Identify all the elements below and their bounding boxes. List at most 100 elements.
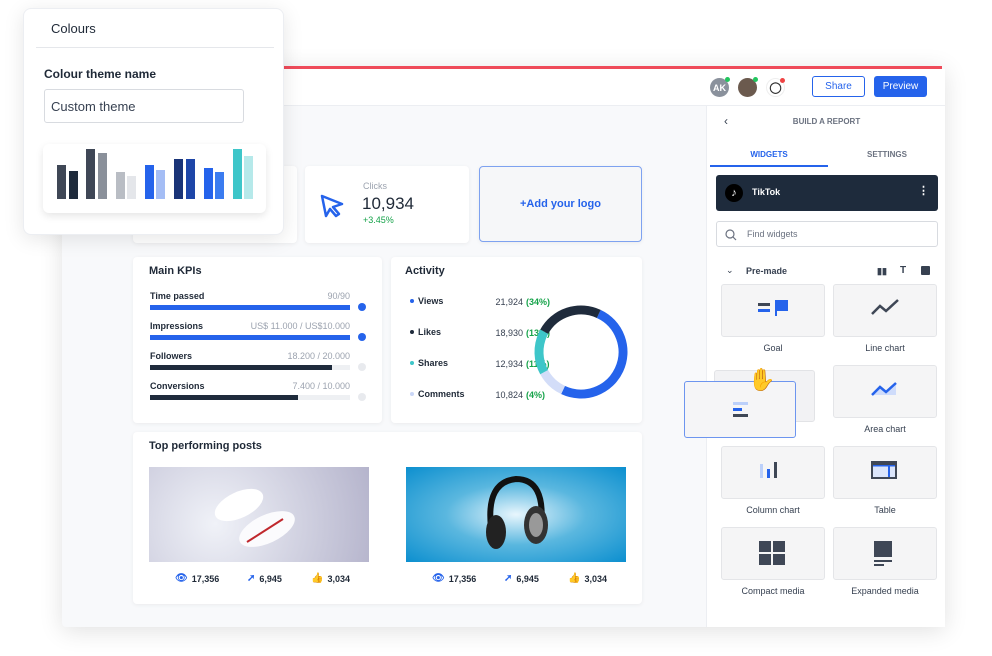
widget-label: Compact media xyxy=(741,586,805,596)
stat-value: 3,034 xyxy=(327,573,350,584)
tab-settings[interactable]: SETTINGS xyxy=(828,150,946,159)
kpi-value: US$ 11.000 / US$10.000 xyxy=(250,321,350,331)
more-options-icon[interactable]: ⋮ xyxy=(918,184,929,197)
palette-bar xyxy=(185,159,195,199)
line-chart-icon xyxy=(871,298,899,315)
panel-title: BUILD A REPORT xyxy=(792,117,861,126)
source-name: TikTok xyxy=(752,187,781,197)
kpi-progress-bar xyxy=(150,335,350,340)
avatar-ak[interactable]: AK xyxy=(710,77,730,97)
stat-value: 17,356 xyxy=(191,573,220,584)
bar-list-icon xyxy=(733,402,748,417)
kpi-progress-fill xyxy=(150,365,332,370)
check-icon xyxy=(358,303,366,311)
pending-icon xyxy=(358,363,366,371)
widget-tile-goal[interactable] xyxy=(721,284,825,337)
source-selector[interactable]: ♪ TikTok ⋮ xyxy=(716,175,938,211)
colours-title: Colours xyxy=(51,21,96,36)
activity-label: Likes xyxy=(418,327,442,337)
kpi-label: Followers xyxy=(150,351,193,361)
chart-filter-icon[interactable]: ▮▮ xyxy=(877,266,887,277)
comments-icon[interactable]: ◯ xyxy=(766,78,785,97)
palette-bar xyxy=(174,159,184,199)
donut-segment xyxy=(534,305,628,399)
headphones-illustration xyxy=(486,475,548,549)
sneaker-illustration xyxy=(214,488,295,547)
palette-bar xyxy=(203,168,213,199)
activity-title: Activity xyxy=(405,265,445,277)
legend-dot xyxy=(410,392,414,396)
theme-name-input[interactable]: Custom theme xyxy=(44,89,244,123)
widget-tile-table[interactable] xyxy=(833,446,937,499)
kpi-label: Time passed xyxy=(150,291,205,301)
top-posts-card: Top performing posts 👁 17,356 ➚ 6,945 👍 3,034… xyxy=(133,432,642,604)
clicks-change: +3.45% xyxy=(363,215,394,225)
palette-bar xyxy=(244,156,254,199)
widget-label: Area chart xyxy=(864,424,906,434)
share-arrow-icon: ➚ xyxy=(504,573,513,584)
find-widgets-input[interactable]: Find widgets xyxy=(716,221,938,247)
eye-icon: 👁 xyxy=(175,573,188,584)
legend-dot xyxy=(410,361,414,365)
post-stat-likes: 👍 3,034 xyxy=(568,573,607,584)
post-stat-views: 👁 17,356 xyxy=(175,573,219,584)
kpi-value: 18.200 / 20.000 xyxy=(287,351,350,361)
legend-dot xyxy=(410,299,414,303)
thumbs-up-icon: 👍 xyxy=(311,573,324,584)
dragged-widget[interactable] xyxy=(684,381,796,438)
activity-value: 18,930 xyxy=(495,328,523,338)
clicks-card[interactable]: Clicks 10,934 +3.45% xyxy=(305,166,469,243)
kpi-value: 7.400 / 10.000 xyxy=(292,381,350,391)
theme-name-label: Colour theme name xyxy=(44,67,157,81)
search-placeholder: Find widgets xyxy=(747,229,798,239)
active-tab-indicator xyxy=(710,165,828,167)
text-filter-icon[interactable]: T xyxy=(900,265,906,276)
widget-label: Column chart xyxy=(746,505,800,515)
activity-label: Shares xyxy=(418,358,449,368)
palette-bar xyxy=(57,165,66,199)
compact-media-icon xyxy=(759,540,785,565)
kpi-progress-fill xyxy=(150,305,350,310)
image-filter-icon[interactable] xyxy=(921,266,930,275)
column-chart-icon xyxy=(760,461,777,478)
palette-bar xyxy=(144,165,154,199)
widget-tile-line-chart[interactable] xyxy=(833,284,937,337)
build-report-panel: ‹ BUILD A REPORT WIDGETS SETTINGS ♪ TikT… xyxy=(706,106,945,627)
share-arrow-icon: ➚ xyxy=(247,573,256,584)
widget-tile-expanded-media[interactable] xyxy=(833,527,937,580)
kpi-progress-bar xyxy=(150,365,350,370)
goal-icon xyxy=(758,299,788,316)
avatar-photo[interactable] xyxy=(738,77,758,97)
tab-widgets[interactable]: WIDGETS xyxy=(710,150,828,159)
area-chart-icon xyxy=(871,381,897,396)
eye-icon: 👁 xyxy=(432,573,445,584)
post-stat-likes: 👍 3,034 xyxy=(311,573,350,584)
share-button[interactable]: Share xyxy=(812,76,865,97)
palette-bar xyxy=(232,149,242,199)
palette-bar xyxy=(215,172,224,199)
widget-label: Expanded media xyxy=(851,586,919,596)
activity-value: 10,824 xyxy=(495,390,523,400)
divider xyxy=(36,47,274,48)
donut-segment xyxy=(534,305,628,399)
online-dot xyxy=(725,77,730,82)
widget-tile-column-chart[interactable] xyxy=(721,446,825,499)
widget-tile-compact-media[interactable] xyxy=(721,527,825,580)
search-icon xyxy=(725,229,737,241)
preview-button[interactable]: Preview xyxy=(874,76,927,97)
activity-card: Activity Views 21,924 (34%) Likes 18,930 (13%… xyxy=(391,257,642,423)
post-stat-views: 👁 17,356 xyxy=(432,573,476,584)
palette-preview xyxy=(43,144,266,213)
widget-tile-area-chart[interactable] xyxy=(833,365,937,418)
cursor-icon xyxy=(320,194,344,218)
palette-bar xyxy=(156,170,166,199)
clicks-value: 10,934 xyxy=(362,194,414,213)
post-image-headphones[interactable] xyxy=(406,467,626,562)
post-stat-shares: ➚ 6,945 xyxy=(504,573,539,584)
post-image-sneakers[interactable] xyxy=(149,467,369,562)
check-icon xyxy=(358,333,366,341)
activity-value: 12,934 xyxy=(495,359,523,369)
avatar-initials: AK xyxy=(713,82,726,93)
collapse-chevron-icon[interactable]: ⌄ xyxy=(726,265,734,276)
add-logo-button[interactable]: +Add your logo xyxy=(479,166,642,242)
